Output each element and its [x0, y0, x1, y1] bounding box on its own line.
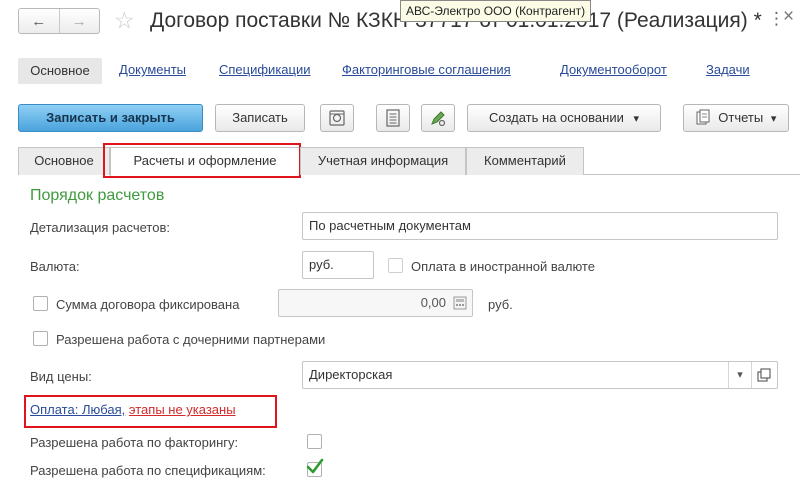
tab-accounting[interactable]: Учетная информация — [300, 147, 466, 175]
create-based-on-label: Создать на основании — [488, 110, 624, 125]
save-and-close-button[interactable]: Записать и закрыть — [18, 104, 203, 132]
structure-button[interactable] — [320, 104, 354, 132]
checkmark-icon — [306, 458, 324, 474]
subsidiary-label: Разрешена работа с дочерними партнерами — [56, 332, 326, 347]
nav-buttons: ← → — [18, 8, 100, 34]
create-based-on-button[interactable]: Создать на основании ▾ — [467, 104, 661, 132]
settlement-detail-field[interactable]: По расчетным документам — [302, 212, 778, 240]
fixed-sum-field[interactable]: 0,00 — [278, 289, 473, 317]
group-title: Порядок расчетов — [30, 187, 165, 204]
fixed-sum-checkbox[interactable] — [33, 296, 48, 311]
price-type-field[interactable]: Директорская — [302, 361, 778, 389]
section-documents[interactable]: Документы — [119, 62, 186, 77]
subsidiary-checkbox[interactable] — [33, 331, 48, 346]
factoring-checkbox[interactable] — [307, 434, 322, 449]
specifications-label: Разрешена работа по спецификациям: — [30, 463, 266, 478]
save-button[interactable]: Записать — [215, 104, 305, 132]
document-icon — [386, 109, 400, 127]
factoring-label: Разрешена работа по факторингу: — [30, 435, 239, 450]
pencil-icon — [431, 111, 446, 127]
favorite-star-icon[interactable]: ☆ — [114, 7, 135, 33]
foreign-currency-checkbox[interactable] — [388, 258, 403, 273]
section-factoring[interactable]: Факторинговые соглашения — [342, 62, 511, 77]
price-type-label: Вид цены: — [30, 369, 92, 384]
highlight-box — [103, 143, 301, 178]
tooltip: АВС-Электро ООО (Контрагент) — [400, 0, 592, 22]
chevron-down-icon: ▾ — [770, 113, 777, 125]
field-divider — [751, 362, 752, 388]
section-specifications[interactable]: Спецификации — [219, 62, 311, 77]
edit-button[interactable] — [421, 104, 455, 132]
reports-icon — [696, 109, 710, 125]
structure-icon — [329, 110, 345, 126]
chevron-down-icon: ▾ — [633, 113, 640, 125]
foreign-currency-label: Оплата в иностранной валюте — [411, 259, 595, 274]
open-icon[interactable] — [757, 368, 771, 382]
reports-button[interactable]: Отчеты ▾ — [683, 104, 789, 132]
tab-main[interactable]: Основное — [18, 147, 110, 175]
calculator-icon[interactable] — [453, 296, 467, 310]
reports-label: Отчеты — [718, 110, 764, 125]
print-button[interactable] — [376, 104, 410, 132]
close-icon[interactable]: × — [783, 6, 794, 28]
forward-arrow-icon[interactable]: → — [58, 9, 100, 33]
section-tasks[interactable]: Задачи — [706, 62, 750, 77]
field-divider — [728, 362, 729, 388]
price-type-value: Директорская — [309, 367, 393, 382]
back-arrow-icon[interactable]: ← — [19, 9, 59, 33]
settlement-detail-label: Детализация расчетов: — [30, 220, 170, 235]
highlight-box — [24, 395, 277, 428]
currency-field[interactable]: руб. — [302, 251, 374, 279]
tab-comment[interactable]: Комментарий — [466, 147, 584, 175]
fixed-sum-label: Сумма договора фиксирована — [56, 297, 240, 312]
fixed-sum-unit: руб. — [488, 297, 513, 312]
section-document-flow[interactable]: Документооборот — [560, 62, 667, 77]
section-main[interactable]: Основное — [18, 58, 102, 84]
currency-label: Валюта: — [30, 259, 80, 274]
chevron-down-icon[interactable]: ▾ — [730, 365, 750, 385]
